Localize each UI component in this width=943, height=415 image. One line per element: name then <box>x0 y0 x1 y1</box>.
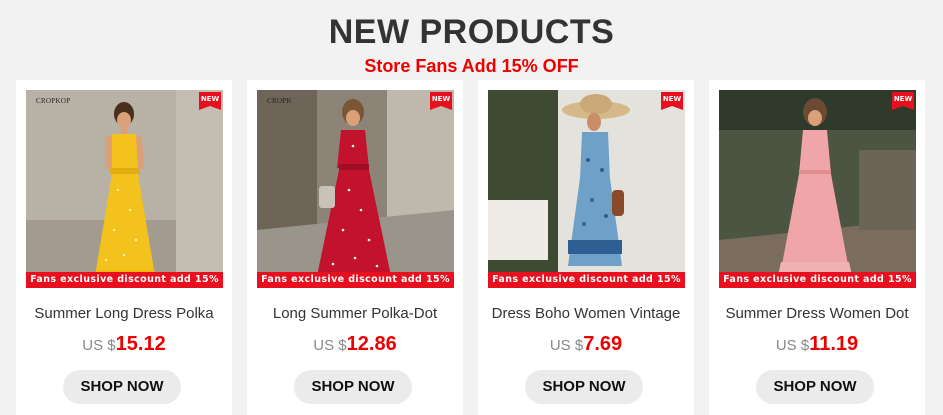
product-price: US $11.19 <box>709 332 925 358</box>
shop-now-button[interactable]: SHOP NOW <box>756 370 874 404</box>
section-header: NEW PRODUCTS Store Fans Add 15% OFF <box>0 12 943 76</box>
price-currency: US $ <box>313 337 347 354</box>
product-image[interactable]: CROPK NEW Fans exclusive discount add 15… <box>257 90 454 288</box>
section-subtitle: Store Fans Add 15% OFF <box>364 56 579 76</box>
product-card[interactable]: NEW Fans exclusive discount add 15% Dres… <box>478 80 694 415</box>
price-currency: US $ <box>549 337 584 354</box>
shop-now-button[interactable]: SHOP NOW <box>294 370 412 404</box>
product-card[interactable]: CROPK NEW Fans exclusive discount add 15… <box>247 80 463 415</box>
product-photo-boho-dress <box>488 90 685 288</box>
price-amount: 11.19 <box>809 333 859 355</box>
price-amount: 12.86 <box>346 333 397 355</box>
shop-now-button[interactable]: SHOP NOW <box>525 370 643 404</box>
product-image[interactable]: NEW Fans exclusive discount add 15% <box>488 90 685 288</box>
product-name[interactable]: Long Summer Polka-Dot <box>247 304 463 324</box>
product-price: US $7.69 <box>478 332 694 358</box>
product-name[interactable]: Summer Long Dress Polka <box>16 304 232 324</box>
brand-watermark: CROPK <box>267 97 292 105</box>
product-card[interactable]: CROPKOP NEW Fans exclusive discount add … <box>16 80 232 415</box>
section-title: NEW PRODUCTS <box>328 13 615 51</box>
shop-now-button[interactable]: SHOP NOW <box>63 370 181 404</box>
promo-banner: Fans exclusive discount add 15% <box>719 272 916 288</box>
product-image[interactable]: CROPKOP NEW Fans exclusive discount add … <box>26 90 223 288</box>
promo-banner: Fans exclusive discount add 15% <box>26 272 223 288</box>
price-amount: 7.69 <box>583 333 623 355</box>
product-photo-red-dress <box>257 90 454 288</box>
promo-banner: Fans exclusive discount add 15% <box>257 272 454 288</box>
product-name[interactable]: Dress Boho Women Vintage <box>478 304 694 324</box>
product-price: US $15.12 <box>16 332 232 358</box>
promo-banner: Fans exclusive discount add 15% <box>488 272 685 288</box>
product-photo-pink-dress <box>719 90 916 288</box>
product-card[interactable]: NEW Fans exclusive discount add 15% Summ… <box>709 80 925 415</box>
product-grid: CROPKOP NEW Fans exclusive discount add … <box>16 80 943 415</box>
product-photo-yellow-dress <box>26 90 223 288</box>
price-amount: 15.12 <box>115 333 166 355</box>
price-currency: US $ <box>775 337 810 354</box>
product-image[interactable]: NEW Fans exclusive discount add 15% <box>719 90 916 288</box>
product-name[interactable]: Summer Dress Women Dot <box>709 304 925 324</box>
product-price: US $12.86 <box>247 332 463 358</box>
price-currency: US $ <box>82 337 116 354</box>
brand-watermark: CROPKOP <box>36 97 71 105</box>
